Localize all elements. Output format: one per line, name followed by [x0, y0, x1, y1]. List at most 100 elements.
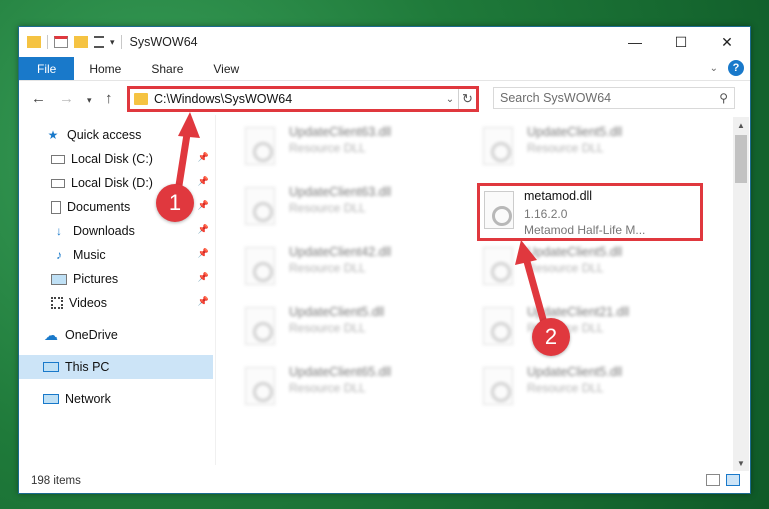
sidebar-item-music[interactable]: ♪ Music 📌 [19, 243, 213, 267]
folder-icon[interactable] [27, 36, 41, 48]
scroll-up-icon[interactable]: ▲ [733, 117, 749, 133]
download-icon: ↓ [56, 224, 62, 238]
dll-file-icon [245, 367, 275, 405]
documents-icon [51, 200, 61, 214]
file-type: Resource DLL [289, 321, 366, 335]
sidebar-item-label: Videos [69, 296, 107, 310]
file-type: Resource DLL [289, 201, 366, 215]
file-item[interactable]: UpdateClient42.dll Resource DLL [235, 239, 465, 295]
vertical-scrollbar[interactable]: ▲ ▼ [733, 117, 749, 471]
chevron-down-icon[interactable]: ⌄ [442, 94, 458, 105]
pin-icon[interactable]: 📌 [198, 152, 209, 163]
dll-file-icon [483, 367, 513, 405]
item-count: 198 items [31, 475, 81, 487]
file-item[interactable]: UpdateClient5.dll Resource DLL [235, 299, 465, 355]
file-type: Resource DLL [289, 381, 366, 395]
search-input[interactable]: Search SysWOW64 ⚲ [493, 87, 735, 109]
refresh-icon[interactable]: ↻ [458, 89, 476, 109]
maximize-button[interactable]: ☐ [658, 27, 704, 57]
pin-icon[interactable]: 📌 [198, 272, 209, 283]
title-bar: ▾ SysWOW64 — ☐ ✕ [19, 27, 750, 57]
sidebar-item-pictures[interactable]: Pictures 📌 [19, 267, 213, 291]
file-item[interactable]: UpdateClient5.dll Resource DLL [473, 119, 703, 175]
chevron-down-icon[interactable]: ▾ [110, 37, 115, 48]
tab-share[interactable]: Share [136, 57, 198, 80]
address-bar[interactable]: C:\Windows\SysWOW64 ⌄ ↻ [127, 86, 479, 112]
folder-icon [134, 93, 148, 105]
sidebar-item-quick-access[interactable]: ★ Quick access [19, 123, 213, 147]
search-placeholder: Search SysWOW64 [500, 91, 612, 105]
close-button[interactable]: ✕ [704, 27, 750, 57]
tab-view[interactable]: View [198, 57, 254, 80]
search-icon[interactable]: ⚲ [719, 91, 728, 105]
help-icon[interactable]: ? [728, 60, 744, 76]
window-controls: — ☐ ✕ [612, 27, 750, 57]
up-arrow-icon[interactable]: ↑ [105, 90, 113, 107]
sidebar-item-onedrive[interactable]: ☁ OneDrive [19, 323, 213, 347]
tiles-view-icon[interactable] [726, 474, 740, 486]
dll-file-icon [483, 247, 513, 285]
pin-icon[interactable]: 📌 [198, 200, 209, 211]
drive-icon [51, 178, 65, 188]
divider [47, 35, 48, 49]
file-item[interactable]: UpdateClient63.dll Resource DLL [235, 119, 465, 175]
expand-ribbon-icon[interactable]: ⌄ [710, 63, 718, 74]
file-item[interactable]: UpdateClient5.dll Resource DLL [473, 239, 703, 295]
file-item[interactable]: UpdateClient21.dll Resource DLL [473, 299, 703, 355]
drive-icon [51, 154, 65, 164]
file-name: UpdateClient65.dll [289, 365, 392, 379]
videos-icon [51, 297, 63, 309]
file-list: UpdateClient63.dll Resource DLL UpdateCl… [225, 117, 729, 467]
file-name: UpdateClient63.dll [289, 125, 392, 139]
ribbon-tabs: File Home Share View ⌄ ? [19, 57, 750, 81]
sidebar-item-local-disk-c[interactable]: Local Disk (C:) 📌 [19, 147, 213, 171]
address-path[interactable]: C:\Windows\SysWOW64 [154, 92, 442, 106]
new-folder-icon[interactable] [74, 36, 88, 48]
file-version: 1.16.2.0 [524, 207, 568, 221]
pin-icon[interactable]: 📌 [198, 224, 209, 235]
network-icon [43, 394, 59, 404]
forward-arrow-icon[interactable]: → [59, 90, 74, 107]
sidebar-item-this-pc[interactable]: This PC [19, 355, 213, 379]
pictures-icon [51, 273, 67, 285]
pin-icon[interactable]: 📌 [198, 176, 209, 187]
file-name: UpdateClient5.dll [289, 305, 385, 319]
file-item[interactable]: UpdateClient5.dll Resource DLL [473, 359, 703, 415]
dll-file-icon [483, 127, 513, 165]
dll-file-icon [245, 187, 275, 225]
back-arrow-icon[interactable]: ← [31, 90, 46, 107]
sidebar-item-label: Quick access [67, 128, 142, 142]
recent-locations-icon[interactable]: ▾ [87, 95, 92, 106]
pin-icon[interactable]: 📌 [198, 248, 209, 259]
scroll-thumb[interactable] [735, 135, 747, 183]
sidebar-item-downloads[interactable]: ↓ Downloads 📌 [19, 219, 213, 243]
tab-home[interactable]: Home [74, 57, 136, 80]
navigation-bar: ← → ▾ ↑ C:\Windows\SysWOW64 ⌄ ↻ Search S… [19, 84, 750, 114]
tab-file[interactable]: File [19, 57, 75, 80]
sidebar-item-videos[interactable]: Videos 📌 [19, 291, 213, 315]
minimize-button[interactable]: — [612, 27, 658, 57]
explorer-window: ▾ SysWOW64 — ☐ ✕ File Home Share View ⌄ … [18, 26, 751, 494]
file-name: UpdateClient5.dll [527, 125, 623, 139]
dll-file-icon [483, 307, 513, 345]
file-name: UpdateClient5.dll [527, 245, 623, 259]
sidebar-item-label: This PC [65, 360, 110, 374]
file-item[interactable]: UpdateClient65.dll Resource DLL [235, 359, 465, 415]
cloud-icon: ☁ [44, 326, 58, 343]
file-item-metamod[interactable]: metamod.dll 1.16.2.0 Metamod Half-Life M… [477, 183, 703, 241]
ribbon-controls: ⌄ ? [710, 60, 744, 76]
file-item[interactable]: UpdateClient63.dll Resource DLL [235, 179, 465, 235]
file-type: Resource DLL [289, 141, 366, 155]
file-type: Resource DLL [527, 381, 604, 395]
sidebar-item-label: Music [73, 248, 106, 262]
file-type: Resource DLL [527, 261, 604, 275]
file-type: Resource DLL [289, 261, 366, 275]
pin-icon[interactable]: 📌 [198, 296, 209, 307]
music-icon: ♪ [56, 248, 62, 262]
properties-icon[interactable] [54, 36, 68, 48]
sidebar-item-label: Documents [67, 200, 131, 214]
details-view-icon[interactable] [706, 474, 720, 486]
sidebar-item-label: Downloads [73, 224, 135, 238]
sidebar-item-network[interactable]: Network [19, 387, 213, 411]
customize-toolbar-icon[interactable] [94, 36, 104, 48]
